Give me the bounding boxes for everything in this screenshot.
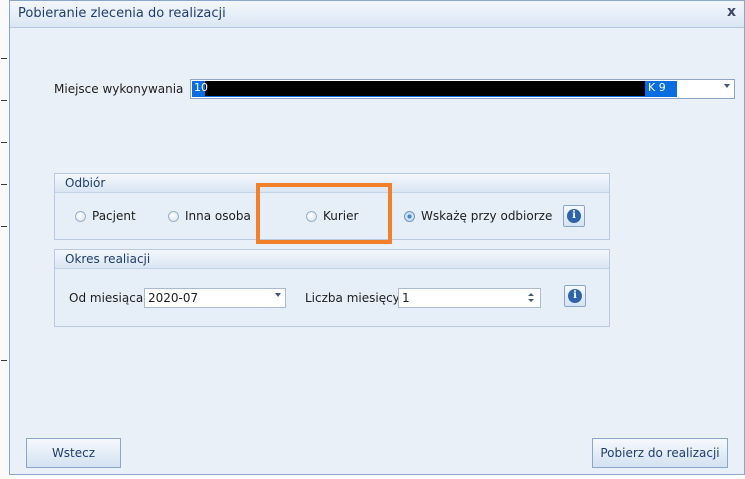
spin-up-icon[interactable] [528, 293, 534, 296]
from-month-value: 2020-07 [148, 291, 199, 305]
fetch-for-realization-button[interactable]: Pobierz do realizacji [592, 438, 728, 468]
radio-button-icon[interactable] [168, 210, 179, 222]
chevron-down-icon[interactable] [275, 293, 281, 297]
background-mark [1, 100, 7, 101]
radio-button-checked-icon[interactable] [404, 210, 415, 222]
dialog-window: Pobieranie zlecenia do realizacji x Miej… [9, 0, 745, 475]
months-count-value: 1 [402, 291, 410, 305]
from-month-label: Od miesiąca [69, 291, 144, 305]
dialog-titlebar: Pobieranie zlecenia do realizacji x [10, 1, 744, 28]
annotation-highlight-box [256, 183, 392, 244]
place-value-start: 10 [194, 81, 208, 94]
chevron-down-icon[interactable] [724, 84, 730, 88]
radio-pacjent[interactable]: Pacjent [75, 209, 136, 223]
radio-label: Pacjent [92, 209, 136, 223]
period-group: Okres realiacji Od miesiąca 2020-07 Licz… [54, 249, 610, 327]
period-group-header: Okres realiacji [55, 250, 609, 269]
background-mark [1, 58, 7, 59]
from-month-dropdown[interactable]: 2020-07 [144, 288, 286, 308]
info-icon: i [567, 209, 581, 223]
close-icon[interactable]: x [727, 4, 736, 20]
background-mark [1, 360, 7, 361]
back-button[interactable]: Wstecz [26, 438, 121, 468]
months-count-stepper[interactable]: 1 [398, 288, 541, 308]
period-group-title: Okres realiacji [65, 252, 151, 266]
background-mark [1, 142, 7, 143]
radio-label: Inna osoba [185, 209, 251, 223]
radio-button-icon[interactable] [75, 210, 86, 222]
months-count-label: Liczba miesięcy [305, 291, 400, 305]
radio-wskaze-przy-odbiorze[interactable]: Wskażę przy odbiorze [404, 209, 552, 223]
pickup-group-title: Odbiór [65, 176, 106, 190]
place-value-end: K 9 [648, 81, 666, 94]
background-mark [1, 226, 7, 227]
place-combobox[interactable]: 10 K 9 [190, 79, 735, 99]
place-label: Miejsce wykonywania [54, 82, 184, 96]
dialog-title: Pobieranie zlecenia do realizacji [18, 6, 226, 21]
radio-inna-osoba[interactable]: Inna osoba [168, 209, 251, 223]
background-mark [1, 184, 7, 185]
info-icon: i [568, 289, 582, 303]
pickup-info-button[interactable]: i [563, 205, 585, 227]
radio-label: Wskażę przy odbiorze [421, 209, 553, 223]
redaction-bar [205, 81, 645, 96]
period-info-button[interactable]: i [564, 285, 586, 307]
spin-down-icon[interactable] [528, 299, 534, 302]
